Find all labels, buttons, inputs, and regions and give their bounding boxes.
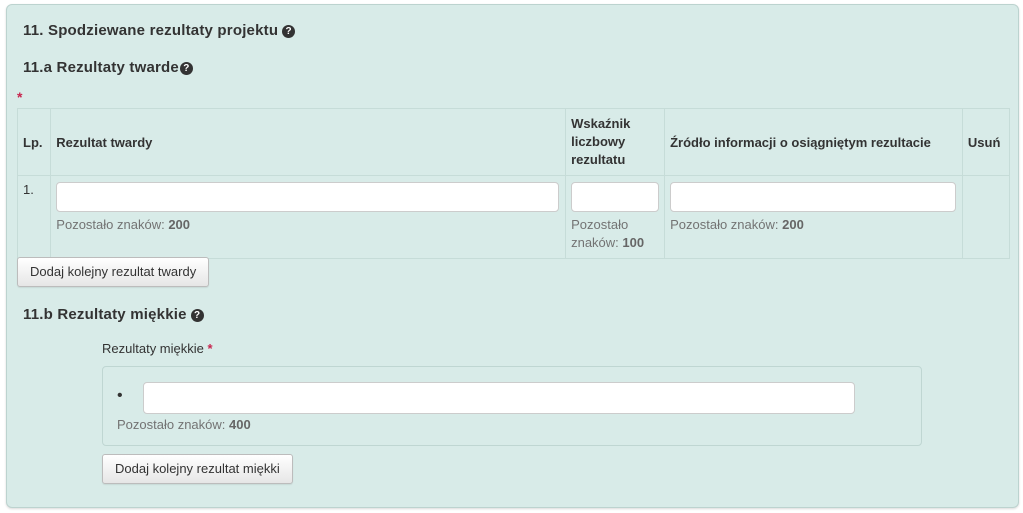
add-soft-result-button[interactable]: Dodaj kolejny rezultat miękki xyxy=(102,454,293,484)
counter-value: 200 xyxy=(782,217,804,232)
soft-result-input[interactable] xyxy=(143,382,855,414)
section-title: 11. Spodziewane rezultaty projektu xyxy=(23,22,279,39)
counter-value: 200 xyxy=(168,217,191,232)
source-input[interactable] xyxy=(670,182,957,212)
required-marker: * xyxy=(207,341,213,356)
indicator-header-line1: Wskaźnik xyxy=(571,116,631,131)
bullet-icon: • xyxy=(117,387,123,404)
table-header-row: Lp. Rezultat twardy Wskaźnik liczbowy re… xyxy=(16,108,1011,176)
counter-label: Pozostało znaków: xyxy=(117,417,226,432)
counter-label: Pozostało znaków: xyxy=(670,217,779,232)
soft-results-label: Rezultaty miękkie * xyxy=(102,341,213,356)
indicator-input[interactable] xyxy=(571,182,660,212)
add-hard-result-button[interactable]: Dodaj kolejny rezultat twardy xyxy=(17,257,210,287)
required-marker: * xyxy=(17,89,23,105)
indicator-header-line3: rezultatu xyxy=(571,152,626,167)
counter-value: 100 xyxy=(622,235,645,250)
counter-value: 400 xyxy=(229,417,251,432)
column-header-result: Rezultat twardy xyxy=(50,108,567,176)
column-header-delete: Usuń xyxy=(961,108,1011,176)
hard-result-input[interactable] xyxy=(56,182,560,212)
column-header-lp: Lp. xyxy=(16,108,52,176)
source-char-counter: Pozostało znaków: 200 xyxy=(670,216,957,234)
row-number: 1. xyxy=(16,175,52,259)
hard-results-heading: 11.a Rezultaty twarde? xyxy=(23,59,193,76)
column-header-indicator: Wskaźnik liczbowy rezultatu xyxy=(565,108,666,176)
soft-char-counter: Pozostało znaków: 400 xyxy=(117,416,251,434)
hard-results-table: Lp. Rezultat twardy Wskaźnik liczbowy re… xyxy=(16,108,1011,259)
result-cell: Pozostało znaków: 200 xyxy=(50,175,567,259)
table-row: 1. Pozostało znaków: 200 Pozostało znakó… xyxy=(16,175,1011,259)
indicator-cell: Pozostało znaków: 100 xyxy=(565,175,666,259)
question-circle-icon[interactable]: ? xyxy=(282,25,296,38)
soft-results-label-text: Rezultaty miękkie xyxy=(102,341,204,356)
section-heading: 11. Spodziewane rezultaty projektu? xyxy=(23,22,296,39)
delete-cell xyxy=(961,175,1011,259)
indicator-header-line2: liczbowy xyxy=(571,134,626,149)
soft-results-heading: 11.b Rezultaty miękkie? xyxy=(23,306,204,323)
counter-label: Pozostało xyxy=(571,217,629,232)
source-cell: Pozostało znaków: 200 xyxy=(664,175,963,259)
soft-results-list: • Pozostało znaków: 400 xyxy=(102,366,922,446)
results-panel: 11. Spodziewane rezultaty projektu? 11.a… xyxy=(6,4,1019,508)
hard-results-title: 11.a Rezultaty twarde xyxy=(23,59,179,76)
result-char-counter: Pozostało znaków: 200 xyxy=(56,216,560,234)
question-circle-icon[interactable]: ? xyxy=(179,62,193,75)
question-circle-icon[interactable]: ? xyxy=(190,309,204,322)
indicator-char-counter: Pozostało znaków: 100 xyxy=(571,216,659,252)
column-header-source: Źródło informacji o osiągniętym rezultac… xyxy=(664,108,963,176)
soft-results-title: 11.b Rezultaty miękkie xyxy=(23,306,187,323)
counter-label: znaków: xyxy=(571,235,619,250)
counter-label: Pozostało znaków: xyxy=(56,217,165,232)
